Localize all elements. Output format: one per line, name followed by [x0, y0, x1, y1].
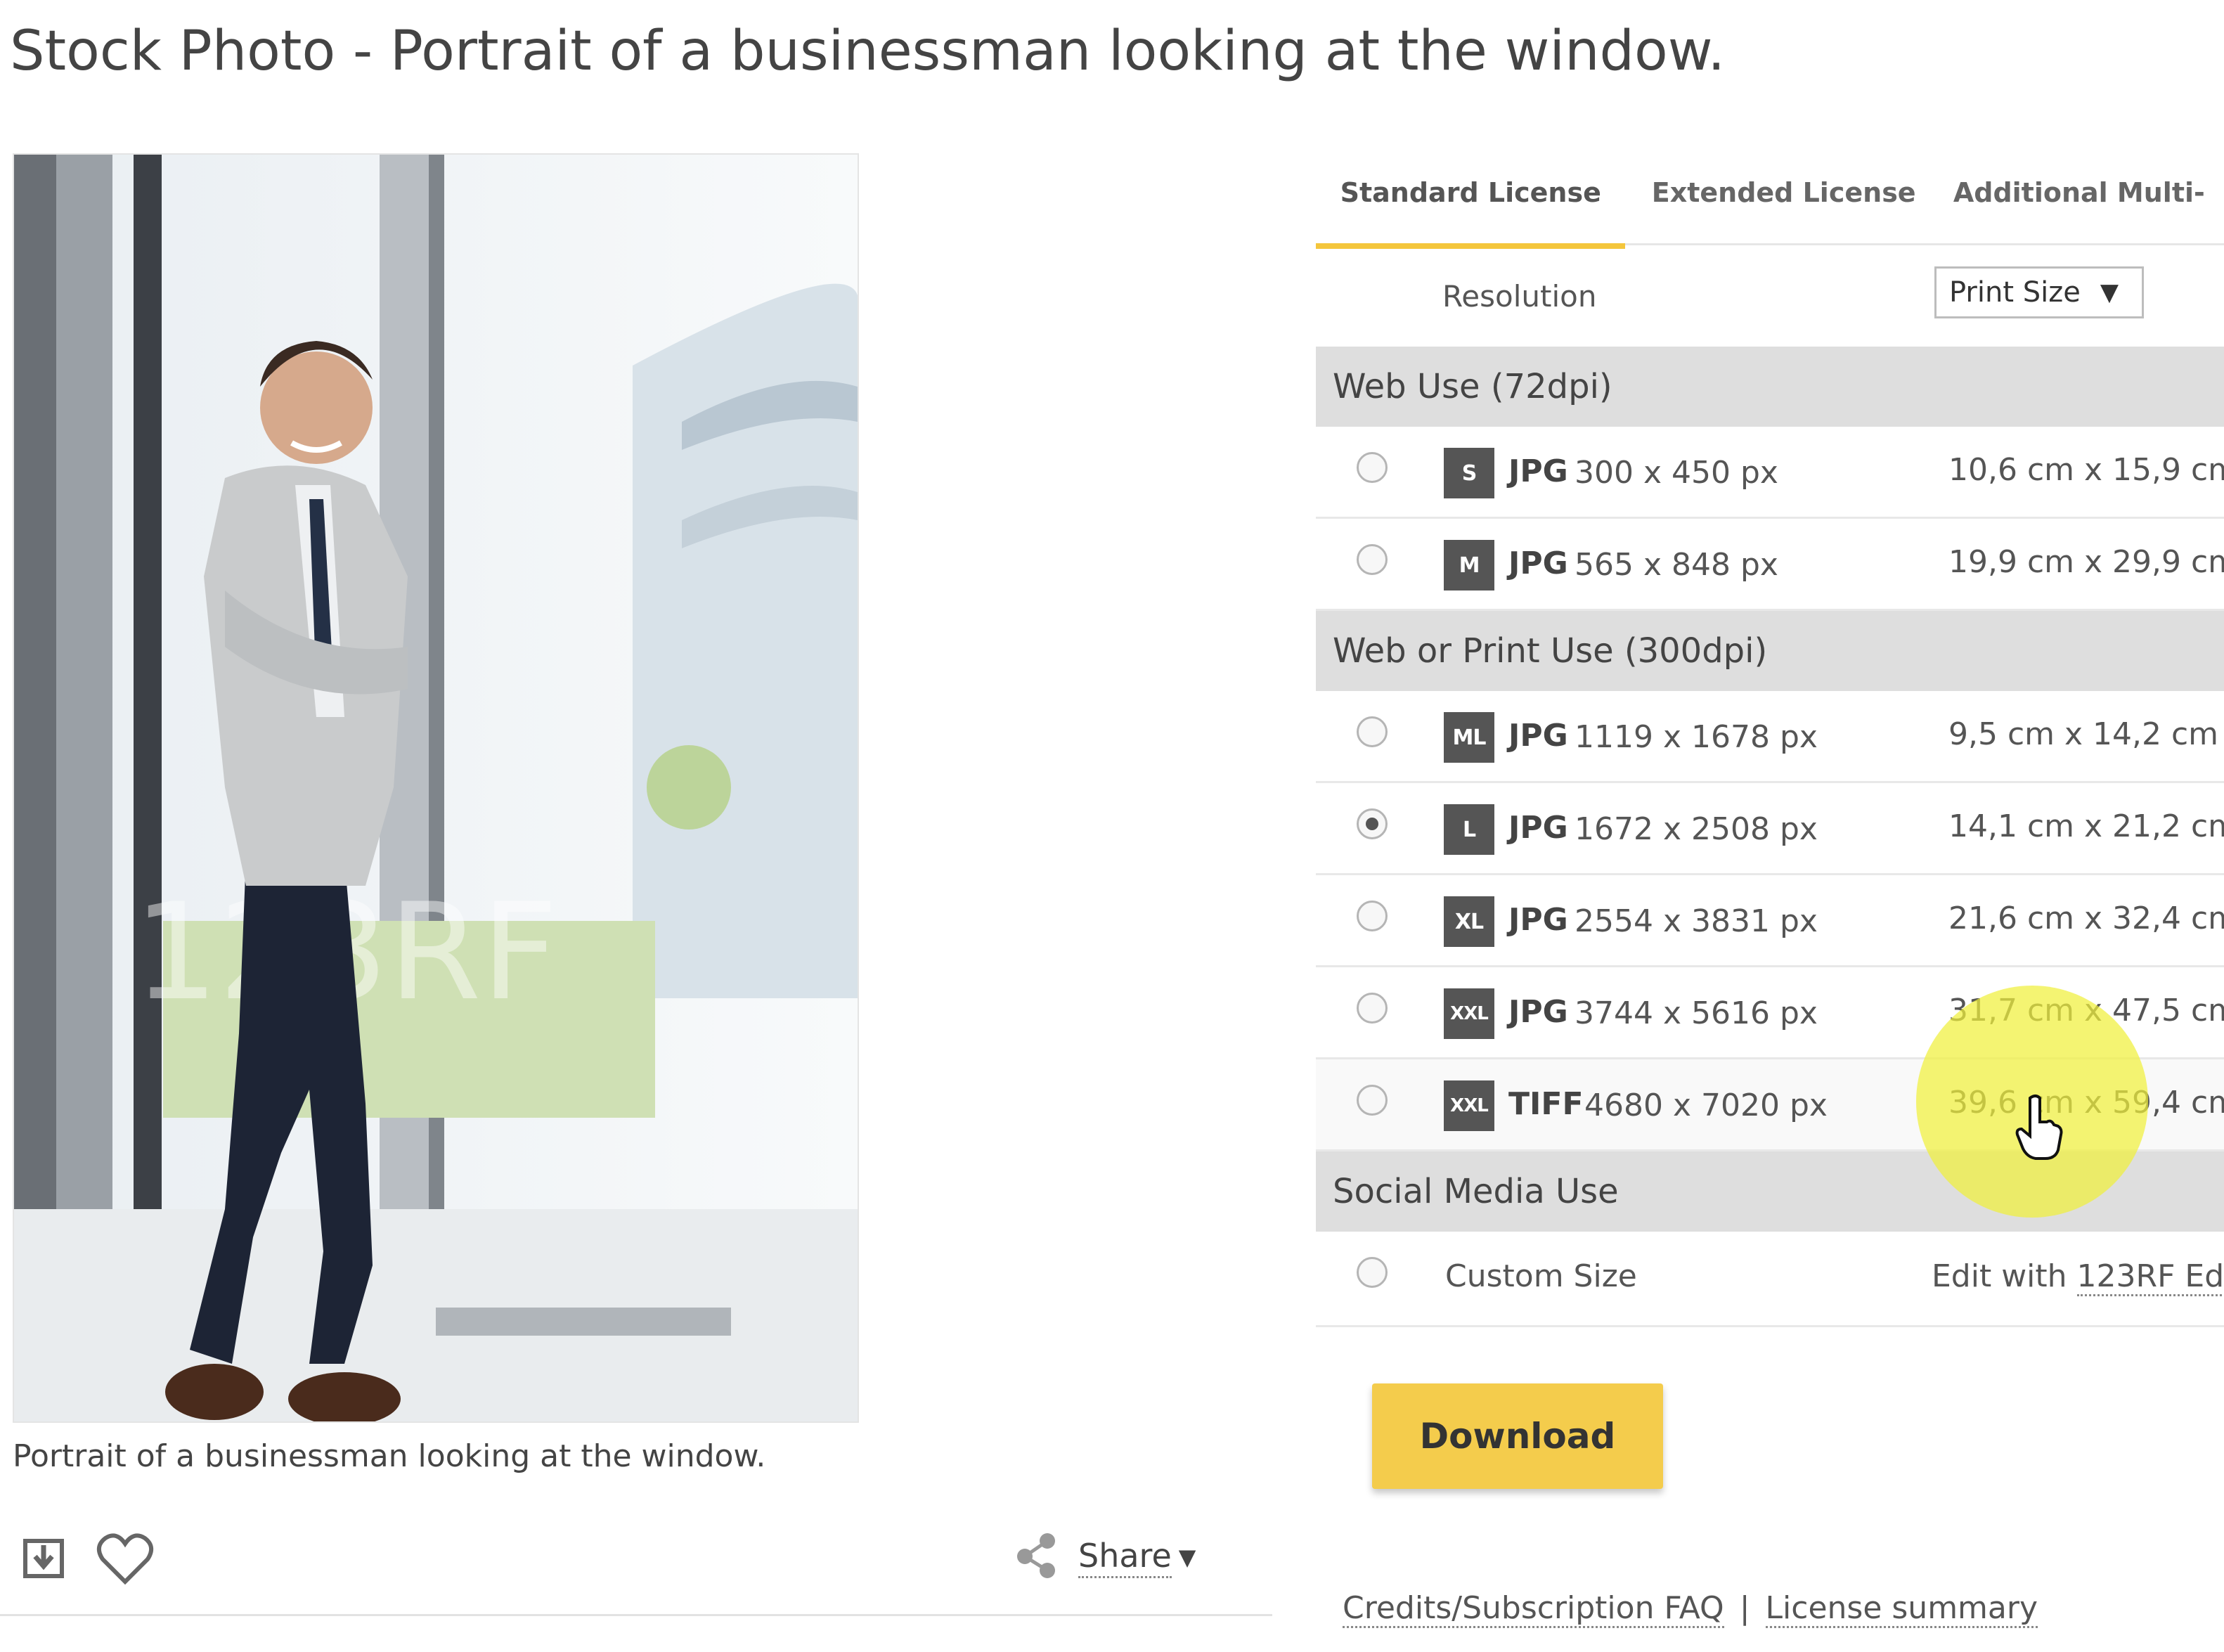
pixel-size: 1119 x 1678 px [1575, 719, 1818, 755]
size-radio[interactable] [1357, 1257, 1388, 1288]
share-icon [1014, 1531, 1060, 1583]
size-row-l[interactable]: L JPG 1672 x 2508 px 14,1 cm x 21,2 cm [1316, 783, 2224, 875]
editor-link[interactable]: 123RF Edito [2076, 1258, 2224, 1296]
print-size: 19,9 cm x 29,9 cm [1948, 544, 2224, 580]
license-tabs: Standard License Extended License Additi… [1316, 141, 2224, 249]
size-radio[interactable] [1357, 452, 1388, 483]
share-label[interactable]: Share [1078, 1537, 1172, 1578]
photo-caption: Portrait of a businessman looking at the… [13, 1438, 766, 1474]
tab-extended-license[interactable]: Extended License [1625, 141, 1941, 243]
download-preview-icon[interactable] [21, 1534, 69, 1585]
edit-with-prefix: Edit with [1932, 1258, 2067, 1294]
size-row-m[interactable]: M JPG 565 x 848 px 19,9 cm x 29,9 cm [1316, 519, 2224, 611]
custom-size-label: Custom Size [1445, 1258, 1637, 1294]
format-label: TIFF [1508, 1086, 1584, 1122]
resolution-select[interactable]: Print Size ▼ [1934, 266, 2144, 318]
credits-faq-link[interactable]: Credits/Subscription FAQ [1343, 1590, 1724, 1628]
size-badge: S [1444, 448, 1494, 498]
resolution-select-value: Print Size [1949, 276, 2081, 309]
size-row-s[interactable]: S JPG 300 x 450 px 10,6 cm x 15,9 cm [1316, 427, 2224, 519]
stock-photo[interactable]: 123RF [13, 153, 859, 1423]
share-menu[interactable]: Share ▼ [1014, 1531, 1196, 1583]
size-radio[interactable] [1357, 544, 1388, 575]
size-badge: L [1444, 804, 1494, 855]
pixel-size: 565 x 848 px [1575, 547, 1778, 583]
size-row-xl[interactable]: XL JPG 2554 x 3831 px 21,6 cm x 32,4 cm [1316, 875, 2224, 967]
chevron-down-icon: ▼ [2100, 278, 2119, 306]
page-title: Stock Photo - Portrait of a businessman … [10, 20, 1726, 83]
size-radio-selected[interactable] [1357, 808, 1388, 839]
edit-with-text: Edit with 123RF Edito [1932, 1258, 2224, 1296]
size-row-ml[interactable]: ML JPG 1119 x 1678 px 9,5 cm x 14,2 cm [1316, 691, 2224, 783]
pixel-size: 3744 x 5616 px [1575, 995, 1818, 1031]
businessman-photo-illustration: 123RF [14, 155, 858, 1421]
format-label: JPG [1508, 994, 1568, 1030]
print-size: 21,6 cm x 32,4 cm [1948, 901, 2224, 936]
share-caret-icon: ▼ [1178, 1544, 1196, 1570]
pixel-size: 1672 x 2508 px [1575, 811, 1818, 847]
size-badge: XXL [1444, 988, 1494, 1039]
size-badge: XL [1444, 896, 1494, 947]
print-size: 14,1 cm x 21,2 cm [1948, 808, 2224, 844]
pixel-size: 2554 x 3831 px [1575, 903, 1818, 939]
resolution-row: Resolution Print Size ▼ [1316, 245, 2224, 347]
size-radio[interactable] [1357, 901, 1388, 931]
divider [0, 1614, 1272, 1616]
size-badge: XXL [1444, 1080, 1494, 1131]
tab-additional-multi[interactable]: Additional Multi- [1942, 141, 2224, 243]
size-radio[interactable] [1357, 993, 1388, 1024]
format-label: JPG [1508, 546, 1568, 581]
custom-size-row[interactable]: Custom Size Edit with 123RF Edito [1316, 1232, 2224, 1327]
print-size: 10,6 cm x 15,9 cm [1948, 452, 2224, 488]
resolution-label: Resolution [1442, 279, 1597, 314]
format-label: JPG [1508, 902, 1568, 938]
section-web-use: Web Use (72dpi) [1316, 347, 2224, 427]
link-separator: | [1739, 1590, 1750, 1626]
download-button[interactable]: Download [1372, 1383, 1663, 1489]
format-label: JPG [1508, 718, 1568, 754]
format-label: JPG [1508, 810, 1568, 846]
license-summary-link[interactable]: License summary [1765, 1590, 2038, 1628]
size-radio[interactable] [1357, 1085, 1388, 1116]
pixel-size: 4680 x 7020 px [1584, 1088, 1828, 1123]
bottom-links: Credits/Subscription FAQ | License summary [1343, 1590, 2038, 1628]
size-badge: M [1444, 540, 1494, 591]
pixel-size: 300 x 450 px [1575, 455, 1778, 491]
size-radio[interactable] [1357, 716, 1388, 747]
hand-cursor-icon [2015, 1094, 2064, 1164]
size-badge: ML [1444, 712, 1494, 763]
print-size: 9,5 cm x 14,2 cm [1948, 716, 2219, 752]
heart-icon[interactable] [96, 1531, 155, 1590]
format-label: JPG [1508, 453, 1568, 489]
tab-standard-license[interactable]: Standard License [1316, 141, 1626, 249]
section-web-or-print-use: Web or Print Use (300dpi) [1316, 611, 2224, 691]
